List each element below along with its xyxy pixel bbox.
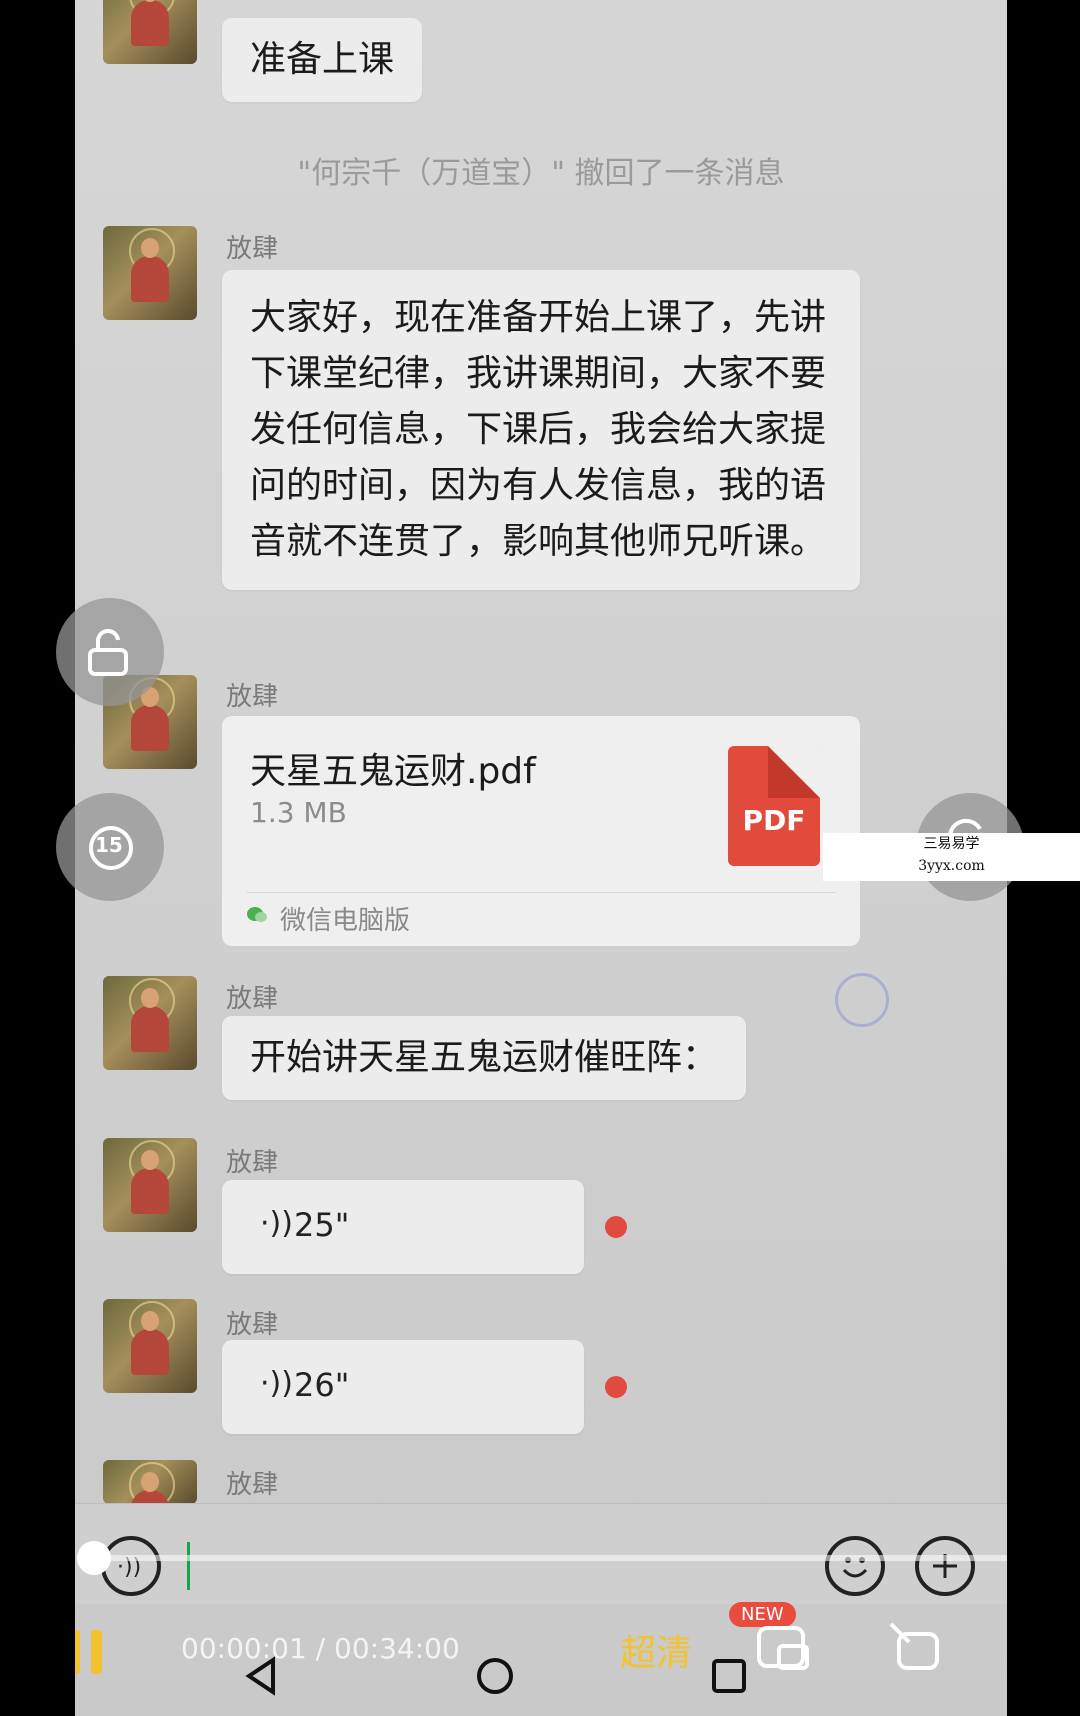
message-text: 开始讲天星五鬼运财催旺阵： — [250, 1037, 719, 1078]
nav-home-icon[interactable] — [475, 1656, 515, 1696]
voice-duration: 25" — [294, 1206, 350, 1244]
unread-dot — [605, 1216, 627, 1238]
message-bubble[interactable]: 大家好，现在准备开始上课了，先讲下课堂纪律，我讲课期间，大家不要发任何信息，下课… — [222, 270, 860, 590]
pdf-file-icon: PDF — [728, 746, 820, 866]
file-size: 1.3 MB — [250, 796, 347, 829]
lock-button[interactable] — [56, 598, 164, 706]
watermark: 三易易学 3yyx.com — [823, 833, 1080, 881]
recall-notice: "何宗千（万道宝）" 撤回了一条消息 — [297, 156, 785, 191]
text-caret — [187, 1542, 190, 1590]
video-progress-bar[interactable] — [77, 1541, 1007, 1575]
rewind-label: 15 — [95, 833, 123, 857]
sender-name: 放肆 — [226, 1148, 279, 1178]
avatar[interactable] — [103, 226, 197, 320]
voice-duration: 26" — [294, 1366, 350, 1404]
text-input[interactable] — [187, 1538, 747, 1594]
file-source-label: 微信电脑版 — [280, 906, 411, 936]
avatar[interactable] — [103, 1138, 197, 1232]
avatar[interactable] — [103, 1299, 197, 1393]
emoji-icon[interactable] — [825, 1536, 885, 1596]
progress-knob[interactable] — [77, 1541, 111, 1575]
voice-message-bubble[interactable]: ·)) 26" — [222, 1340, 584, 1434]
message-bubble[interactable]: 准备上课 — [222, 18, 423, 102]
player-controls: 00:00:01 / 00:34:00 超清 NEW — [75, 1602, 1007, 1716]
sender-name: 放肆 — [226, 1470, 279, 1500]
time-total: 00:34:00 — [334, 1632, 460, 1665]
sender-name: 放肆 — [226, 1310, 279, 1340]
message-bubble[interactable]: 开始讲天星五鬼运财催旺阵： — [222, 1016, 747, 1100]
voice-mode-icon[interactable]: ·)) — [101, 1536, 161, 1596]
loading-circle-icon — [835, 973, 889, 1027]
share-icon[interactable] — [885, 1620, 941, 1674]
avatar[interactable] — [103, 0, 197, 64]
voice-wave-icon: ·)) — [260, 1206, 293, 1241]
watermark-line1: 三易易学 — [923, 836, 980, 852]
wechat-icon — [247, 907, 267, 922]
watermark-line2: 3yyx.com — [918, 858, 985, 874]
voice-message-bubble[interactable]: ·)) 25" — [222, 1180, 584, 1274]
lock-icon — [88, 629, 128, 676]
sender-name: 放肆 — [226, 234, 279, 264]
message-text: 准备上课 — [250, 39, 395, 80]
avatar[interactable] — [103, 1460, 197, 1504]
voice-wave-icon: ·)) — [260, 1366, 293, 1401]
sender-name: 放肆 — [226, 682, 279, 712]
message-text: 大家好，现在准备开始上课了，先讲下课堂纪律，我讲课期间，大家不要发任何信息，下课… — [250, 297, 827, 562]
chat-input-bar: ·)) — [75, 1503, 1007, 1604]
playback-time: 00:00:01 / 00:34:00 — [181, 1632, 460, 1665]
pip-icon[interactable] — [755, 1624, 811, 1674]
divider — [246, 892, 836, 893]
sender-name: 放肆 — [226, 984, 279, 1014]
nav-back-icon[interactable] — [243, 1656, 279, 1696]
rewind-15-button[interactable]: 15 — [56, 793, 164, 901]
nav-recent-icon[interactable] — [711, 1658, 747, 1694]
pause-icon[interactable] — [75, 1628, 109, 1676]
file-message-card[interactable]: 天星五鬼运财.pdf 1.3 MB PDF 微信电脑版 — [222, 716, 860, 946]
unread-dot — [605, 1376, 627, 1398]
file-name: 天星五鬼运财.pdf — [250, 751, 536, 792]
quality-button[interactable]: 超清 — [620, 1624, 692, 1676]
avatar[interactable] — [103, 976, 197, 1070]
plus-icon[interactable] — [915, 1536, 975, 1596]
